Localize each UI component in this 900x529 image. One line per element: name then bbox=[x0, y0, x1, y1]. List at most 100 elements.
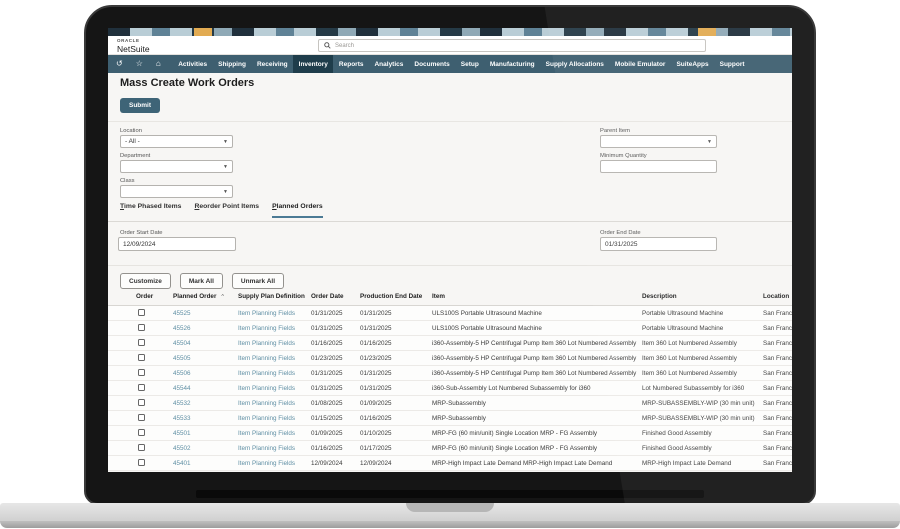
supply-plan-definition-link[interactable]: Item Planning Fields bbox=[235, 430, 308, 437]
order-checkbox-cell bbox=[128, 459, 170, 468]
minimum-quantity-input[interactable] bbox=[600, 160, 717, 173]
column-header-order[interactable]: Order bbox=[128, 289, 170, 305]
banner-gold-block bbox=[194, 28, 212, 36]
column-header-description[interactable]: Description bbox=[639, 289, 760, 305]
nav-item-suiteapps[interactable]: SuiteApps bbox=[671, 55, 714, 73]
global-search-input[interactable]: Search bbox=[318, 39, 706, 52]
laptop-base-edge bbox=[0, 521, 900, 528]
planned-order-link[interactable]: 45401 bbox=[170, 460, 235, 467]
home-icon[interactable]: ⌂ bbox=[156, 60, 161, 68]
table-row: 45525Item Planning Fields01/31/202501/31… bbox=[108, 306, 792, 321]
order-end-date-input[interactable] bbox=[600, 237, 717, 251]
nav-item-receiving[interactable]: Receiving bbox=[251, 55, 293, 73]
order-date-cell: 01/15/2025 bbox=[308, 415, 357, 422]
location-cell: San Francisco bbox=[760, 430, 792, 437]
mark-all-button[interactable]: Mark All bbox=[180, 273, 223, 289]
customize-button[interactable]: Customize bbox=[120, 273, 171, 289]
row-checkbox[interactable] bbox=[138, 459, 145, 466]
supply-plan-definition-link[interactable]: Item Planning Fields bbox=[235, 325, 308, 332]
planned-order-link[interactable]: 45504 bbox=[170, 340, 235, 347]
row-checkbox[interactable] bbox=[138, 324, 145, 331]
parent-item-select[interactable]: ▼ bbox=[600, 135, 717, 148]
tab-reorder-point-items[interactable]: Reorder Point Items bbox=[194, 203, 259, 218]
department-label: Department bbox=[120, 153, 150, 159]
order-date-cell: 12/09/2024 bbox=[308, 460, 357, 467]
supply-plan-definition-link[interactable]: Item Planning Fields bbox=[235, 385, 308, 392]
table-row: 45506Item Planning Fields01/31/202501/31… bbox=[108, 366, 792, 381]
tab-planned-orders[interactable]: Planned Orders bbox=[272, 203, 323, 218]
order-start-date-label: Order Start Date bbox=[120, 230, 163, 236]
order-checkbox-cell bbox=[128, 369, 170, 378]
item-cell: MRP-High Impact Late Demand MRP-High Imp… bbox=[429, 460, 639, 467]
class-select[interactable]: ▼ bbox=[120, 185, 233, 198]
order-date-cell: 01/31/2025 bbox=[308, 370, 357, 377]
unmark-all-button[interactable]: Unmark All bbox=[232, 273, 284, 289]
supply-plan-definition-link[interactable]: Item Planning Fields bbox=[235, 370, 308, 377]
supply-plan-definition-link[interactable]: Item Planning Fields bbox=[235, 310, 308, 317]
nav-item-support[interactable]: Support bbox=[714, 55, 750, 73]
table-row: 45533Item Planning Fields01/15/202501/16… bbox=[108, 411, 792, 426]
nav-item-setup[interactable]: Setup bbox=[455, 55, 484, 73]
planned-order-link[interactable]: 45532 bbox=[170, 400, 235, 407]
planned-order-link[interactable]: 45502 bbox=[170, 445, 235, 452]
planned-order-link[interactable]: 45501 bbox=[170, 430, 235, 437]
column-header-order-date[interactable]: Order Date bbox=[308, 289, 357, 305]
tab-time-phased-items[interactable]: Time Phased Items bbox=[120, 203, 181, 218]
location-select[interactable]: - All - ▼ bbox=[120, 135, 233, 148]
location-cell: San Francisco bbox=[760, 310, 792, 317]
nav-item-reports[interactable]: Reports bbox=[333, 55, 369, 73]
supply-plan-definition-link[interactable]: Item Planning Fields bbox=[235, 415, 308, 422]
description-cell: Lot Numbered Subassembly for i360 bbox=[639, 385, 760, 392]
planned-order-link[interactable]: 45544 bbox=[170, 385, 235, 392]
column-header-supply-plan-definition[interactable]: Supply Plan Definition bbox=[235, 289, 308, 305]
nav-item-shipping[interactable]: Shipping bbox=[213, 55, 252, 73]
supply-plan-definition-link[interactable]: Item Planning Fields bbox=[235, 400, 308, 407]
nav-item-supply-allocations[interactable]: Supply Allocations bbox=[540, 55, 609, 73]
table-row: 45401Item Planning Fields12/09/202412/09… bbox=[108, 456, 792, 471]
nav-item-manufacturing[interactable]: Manufacturing bbox=[484, 55, 540, 73]
oracle-netsuite-logo[interactable]: ORACLE NetSuite bbox=[117, 38, 150, 54]
chevron-down-icon: ▼ bbox=[223, 189, 228, 195]
row-checkbox[interactable] bbox=[138, 384, 145, 391]
production-end-date-cell: 01/10/2025 bbox=[357, 430, 429, 437]
column-header-planned-order[interactable]: Planned Order^ bbox=[170, 289, 235, 305]
nav-item-mobile-emulator[interactable]: Mobile Emulator bbox=[609, 55, 671, 73]
table-row: 45502Item Planning Fields01/16/202501/17… bbox=[108, 441, 792, 456]
column-header-production-end-date[interactable]: Production End Date bbox=[357, 289, 429, 305]
nav-item-analytics[interactable]: Analytics bbox=[369, 55, 409, 73]
nav-icons: ↺ ☆ ⌂ bbox=[116, 55, 161, 73]
row-checkbox[interactable] bbox=[138, 354, 145, 361]
description-cell: Finished Good Assembly bbox=[639, 445, 760, 452]
supply-plan-definition-link[interactable]: Item Planning Fields bbox=[235, 355, 308, 362]
column-header-item[interactable]: Item bbox=[429, 289, 639, 305]
row-checkbox[interactable] bbox=[138, 369, 145, 376]
row-checkbox[interactable] bbox=[138, 414, 145, 421]
submit-button[interactable]: Submit bbox=[120, 98, 160, 113]
row-checkbox[interactable] bbox=[138, 399, 145, 406]
search-icon bbox=[324, 42, 331, 49]
column-header-location[interactable]: Location bbox=[760, 289, 792, 305]
planned-order-link[interactable]: 45506 bbox=[170, 370, 235, 377]
planned-order-link[interactable]: 45526 bbox=[170, 325, 235, 332]
row-checkbox[interactable] bbox=[138, 339, 145, 346]
order-checkbox-cell bbox=[128, 384, 170, 393]
supply-plan-definition-link[interactable]: Item Planning Fields bbox=[235, 460, 308, 467]
planned-order-link[interactable]: 45505 bbox=[170, 355, 235, 362]
order-checkbox-cell bbox=[128, 414, 170, 423]
nav-item-documents[interactable]: Documents bbox=[409, 55, 455, 73]
department-select[interactable]: ▼ bbox=[120, 160, 233, 173]
supply-plan-definition-link[interactable]: Item Planning Fields bbox=[235, 445, 308, 452]
supply-plan-definition-link[interactable]: Item Planning Fields bbox=[235, 340, 308, 347]
production-end-date-cell: 01/09/2025 bbox=[357, 400, 429, 407]
order-start-date-input[interactable] bbox=[118, 237, 236, 251]
row-checkbox[interactable] bbox=[138, 429, 145, 436]
shortcuts-star-icon[interactable]: ☆ bbox=[136, 60, 143, 68]
planned-order-link[interactable]: 45525 bbox=[170, 310, 235, 317]
row-checkbox[interactable] bbox=[138, 444, 145, 451]
description-cell: Portable Ultrasound Machine bbox=[639, 310, 760, 317]
recent-records-icon[interactable]: ↺ bbox=[116, 60, 123, 68]
nav-item-activities[interactable]: Activities bbox=[173, 55, 213, 73]
planned-order-link[interactable]: 45533 bbox=[170, 415, 235, 422]
nav-item-inventory[interactable]: Inventory bbox=[293, 55, 333, 73]
row-checkbox[interactable] bbox=[138, 309, 145, 316]
